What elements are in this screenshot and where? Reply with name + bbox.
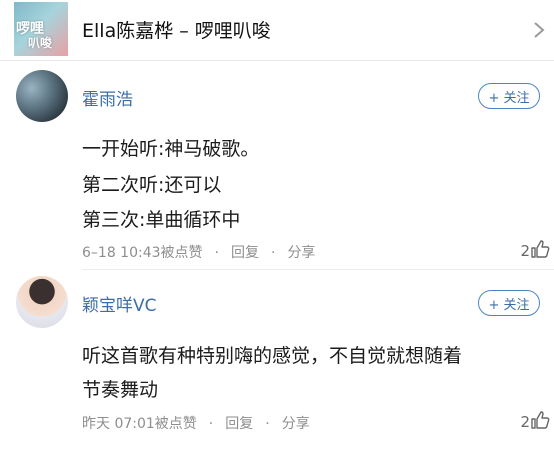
follow-button[interactable]: + 关注 (478, 290, 540, 316)
share-button[interactable]: 分享 (287, 242, 315, 262)
song-title: Ella陈嘉桦 – 啰哩叭唆 (82, 20, 271, 42)
cover-text-1: 啰哩 (16, 21, 44, 37)
like-action-text: 被点赞 (160, 245, 203, 261)
comment-page: 啰哩 叭唆 Ella陈嘉桦 – 啰哩叭唆 霍雨浩 + 关注 一开始听:神马破歌。… (0, 0, 554, 454)
cover-text-2: 叭唆 (28, 36, 53, 50)
comment-text-line: 第三次:单曲循环中 (82, 209, 241, 231)
reply-button[interactable]: 回复 (225, 413, 253, 433)
comment-username[interactable]: 霍雨浩 (82, 85, 133, 110)
follow-button[interactable]: + 关注 (478, 83, 540, 109)
share-button[interactable]: 分享 (282, 413, 310, 433)
separator-dot: · (265, 416, 270, 432)
comment-text-line: 节奏舞动 (82, 379, 159, 401)
chevron-right-icon[interactable] (532, 20, 546, 40)
comment-text-line: 第二次听:还可以 (82, 174, 222, 196)
separator-dot: · (208, 416, 214, 432)
avatar[interactable] (16, 70, 68, 122)
header-divider (0, 60, 554, 61)
comment-meta: 昨天 07:01被点赞 · 回复 · 分享 (82, 413, 310, 433)
like-count: 2 (520, 242, 530, 260)
comment-divider (82, 269, 554, 270)
like-action-text: 被点赞 (154, 416, 197, 432)
avatar[interactable] (16, 276, 68, 328)
comment-time: 6–18 10:43 (82, 245, 161, 261)
comment-text-line: 听这首歌有种特别嗨的感觉，不自觉就想随着 (82, 345, 463, 367)
comment-text-line: 一开始听:神马破歌。 (82, 138, 260, 160)
comment-time: 昨天 07:01 (82, 416, 155, 432)
song-header[interactable]: 啰哩 叭唆 Ella陈嘉桦 – 啰哩叭唆 (0, 0, 554, 62)
song-cover: 啰哩 叭唆 (14, 2, 68, 56)
separator-dot: · (214, 245, 219, 261)
comment-meta: 6–18 10:43被点赞 · 回复 · 分享 (82, 242, 315, 262)
thumb-up-icon[interactable] (530, 239, 550, 259)
reply-button[interactable]: 回复 (231, 242, 259, 262)
like-count: 2 (520, 413, 530, 431)
comment-username[interactable]: 颖宝咩VC (82, 291, 157, 316)
thumb-up-icon[interactable] (530, 410, 550, 430)
separator-dot: · (270, 245, 276, 261)
